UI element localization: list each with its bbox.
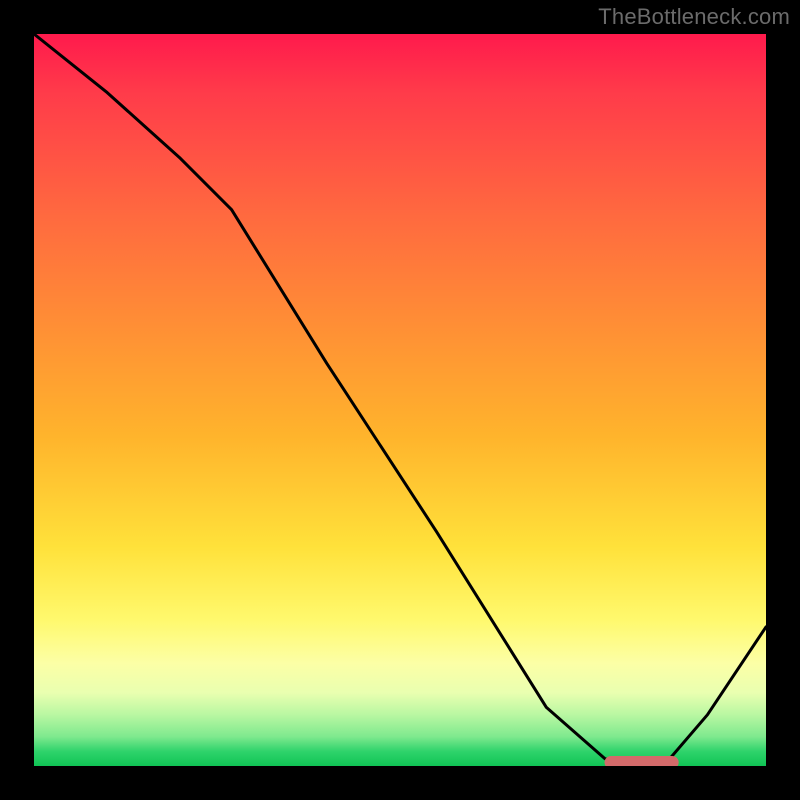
- bottleneck-curve: [34, 34, 766, 766]
- chart-overlay: [34, 34, 766, 766]
- optimal-range-marker: [605, 757, 678, 767]
- watermark-text: TheBottleneck.com: [598, 4, 790, 30]
- plot-area: [34, 34, 766, 766]
- chart-frame: TheBottleneck.com: [0, 0, 800, 800]
